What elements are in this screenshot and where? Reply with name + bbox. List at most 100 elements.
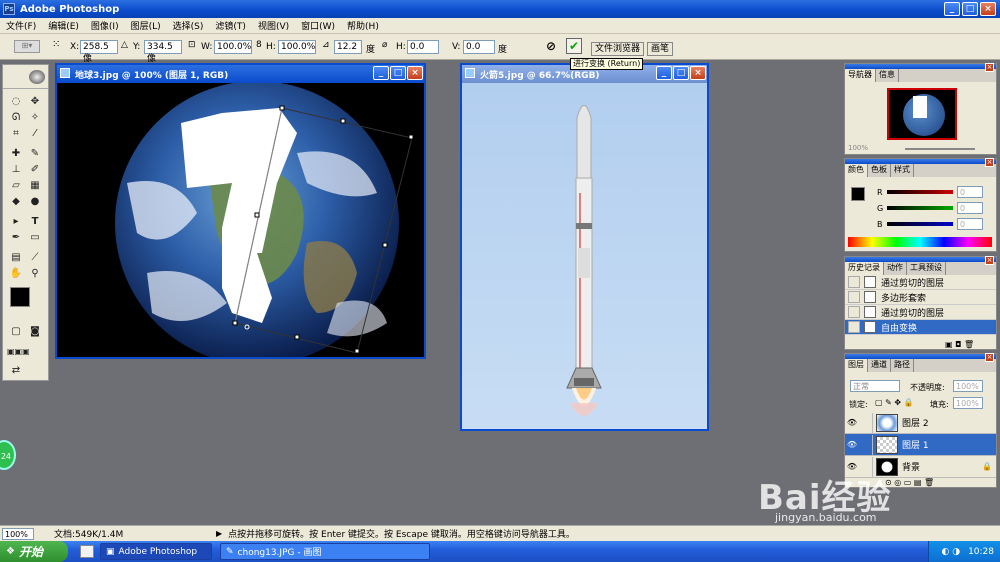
slice-icon[interactable]: ⁄ [28, 127, 42, 141]
menu-layer[interactable]: 图层(L) [125, 19, 167, 32]
menu-filter[interactable]: 滤镜(T) [209, 19, 252, 32]
navigator-close-icon[interactable]: × [985, 63, 994, 72]
layer-row-selected[interactable]: 👁 图层 1 [845, 434, 996, 456]
menu-select[interactable]: 选择(S) [167, 19, 210, 32]
history-item[interactable]: 多边形套索 [845, 290, 996, 305]
menu-image[interactable]: 图像(I) [85, 19, 125, 32]
reference-point-icon[interactable]: ⁙ [52, 39, 66, 53]
eyedropper-icon[interactable]: ⟋ [28, 251, 42, 265]
earth-canvas[interactable] [57, 83, 424, 357]
task-paint[interactable]: ✎ chong13.JPG - 画图 [220, 543, 430, 560]
chain-icon[interactable]: 8 [256, 40, 262, 50]
tab-layers[interactable]: 图层 [845, 359, 868, 372]
doc-earth-close[interactable]: × [407, 66, 423, 80]
menu-help[interactable]: 帮助(H) [341, 19, 385, 32]
tab-navigator[interactable]: 导航器 [845, 69, 876, 82]
tab-brushes[interactable]: 画笔 [647, 42, 674, 56]
color-close-icon[interactable]: × [985, 158, 994, 167]
navigator-thumbnail[interactable] [887, 88, 957, 140]
stamp-icon[interactable]: ⊥ [9, 163, 23, 177]
doc-size[interactable]: 文档:549K/1.4M [54, 527, 204, 540]
path-select-icon[interactable]: ▸ [9, 215, 23, 229]
pen-icon[interactable]: ✒ [9, 231, 23, 245]
app-titlebar[interactable]: Ps Adobe Photoshop _ □ × [0, 0, 1000, 18]
tray-icons[interactable]: ◐ ◑ [941, 547, 960, 557]
type-icon[interactable]: T [28, 215, 42, 229]
x-input[interactable]: 258.5 像 [80, 40, 118, 64]
blend-mode-select[interactable]: 正常 [850, 380, 900, 392]
history-item-selected[interactable]: 自由变换 [845, 320, 996, 335]
layers-close-icon[interactable]: × [985, 353, 994, 362]
navigator-slider[interactable] [905, 148, 975, 150]
doc-window-earth[interactable]: 地球3.jpg @ 100% (图层 1, RGB) _ □ × [55, 63, 426, 359]
eraser-icon[interactable]: ▱ [9, 179, 23, 193]
tab-swatches[interactable]: 色板 [868, 164, 891, 177]
show-desktop-icon[interactable] [80, 545, 94, 558]
angle-input[interactable]: 12.2 [334, 40, 362, 54]
tab-info[interactable]: 信息 [876, 69, 899, 82]
fill-input[interactable]: 100% [953, 397, 983, 409]
hskew-input[interactable]: 0.0 [407, 40, 439, 54]
task-photoshop[interactable]: ▣ Adobe Photoshop [100, 543, 212, 560]
minimize-button[interactable]: _ [944, 2, 960, 16]
screen-mode-icon[interactable]: ▣▣▣ [7, 345, 30, 359]
foreground-color-swatch[interactable] [10, 287, 30, 307]
doc-rocket-minimize[interactable]: _ [656, 66, 672, 80]
history-brush-icon[interactable]: ✐ [28, 163, 42, 177]
zoom-icon[interactable]: ⚲ [28, 267, 42, 281]
floating-badge[interactable]: 24 [0, 440, 16, 470]
eye-icon[interactable]: 👁 [845, 418, 859, 427]
tab-tool-presets[interactable]: 工具预设 [907, 262, 946, 275]
doc-rocket-close[interactable]: × [690, 66, 706, 80]
menu-file[interactable]: 文件(F) [0, 19, 42, 32]
commit-transform-icon[interactable]: ✔ [566, 38, 582, 54]
w-input[interactable]: 100.0% [214, 40, 252, 54]
status-arrow-icon[interactable]: ▶ [216, 529, 222, 538]
blur-icon[interactable]: ◆ [9, 195, 23, 209]
menu-window[interactable]: 窗口(W) [295, 19, 341, 32]
doc-earth-maximize[interactable]: □ [390, 66, 406, 80]
layers-footer-icons[interactable]: ⊙ ◎ ▭ ▤ 🗑 [885, 478, 934, 487]
marquee-icon[interactable]: ◌ [9, 95, 23, 109]
history-item[interactable]: 通过剪切的图层 [845, 305, 996, 320]
close-button[interactable]: × [980, 2, 996, 16]
clock[interactable]: 10:28 [968, 547, 994, 557]
quickmask-mode-icon[interactable]: ◙ [28, 325, 42, 339]
tool-preset-icon[interactable]: ⊞▾ [14, 40, 40, 53]
doc-window-rocket[interactable]: 火箭5.jpg @ 66.7%(RGB) _ □ × [460, 63, 709, 431]
g-slider[interactable] [887, 206, 953, 210]
g-input[interactable]: 0 [957, 202, 983, 214]
imageready-icon[interactable]: ⇄ [9, 364, 23, 378]
layer-row[interactable]: 👁 图层 2 [845, 412, 996, 434]
tab-history[interactable]: 历史记录 [845, 262, 884, 275]
tab-file-browser[interactable]: 文件浏览器 [591, 42, 645, 56]
r-input[interactable]: 0 [957, 186, 983, 198]
maximize-button[interactable]: □ [962, 2, 978, 16]
history-footer-icons[interactable]: ▣ ◘ 🗑 [945, 340, 974, 349]
color-spectrum[interactable] [848, 237, 992, 247]
eye-icon[interactable]: 👁 [845, 440, 859, 449]
tab-styles[interactable]: 样式 [891, 164, 914, 177]
lock-icons[interactable]: ▢ ✎ ✥ 🔒 [875, 398, 914, 407]
notes-icon[interactable]: ▤ [9, 251, 23, 265]
history-close-icon[interactable]: × [985, 256, 994, 265]
r-slider[interactable] [887, 190, 953, 194]
move-icon[interactable]: ✥ [28, 95, 42, 109]
crop-icon[interactable]: ⌗ [9, 127, 23, 141]
healing-icon[interactable]: ✚ [9, 147, 23, 161]
b-slider[interactable] [887, 222, 953, 226]
dodge-icon[interactable]: ● [28, 195, 42, 209]
color-fg-swatch[interactable] [851, 187, 865, 201]
zoom-input[interactable]: 100% [2, 527, 34, 540]
tab-actions[interactable]: 动作 [884, 262, 907, 275]
doc-earth-minimize[interactable]: _ [373, 66, 389, 80]
opacity-input[interactable]: 100% [953, 380, 983, 392]
b-input[interactable]: 0 [957, 218, 983, 230]
doc-rocket-maximize[interactable]: □ [673, 66, 689, 80]
menu-view[interactable]: 视图(V) [252, 19, 295, 32]
y-input[interactable]: 334.5 像 [144, 40, 182, 64]
shape-icon[interactable]: ▭ [28, 231, 42, 245]
tab-channels[interactable]: 通道 [868, 359, 891, 372]
lasso-icon[interactable]: ᘏ [9, 111, 23, 125]
tab-paths[interactable]: 路径 [891, 359, 914, 372]
